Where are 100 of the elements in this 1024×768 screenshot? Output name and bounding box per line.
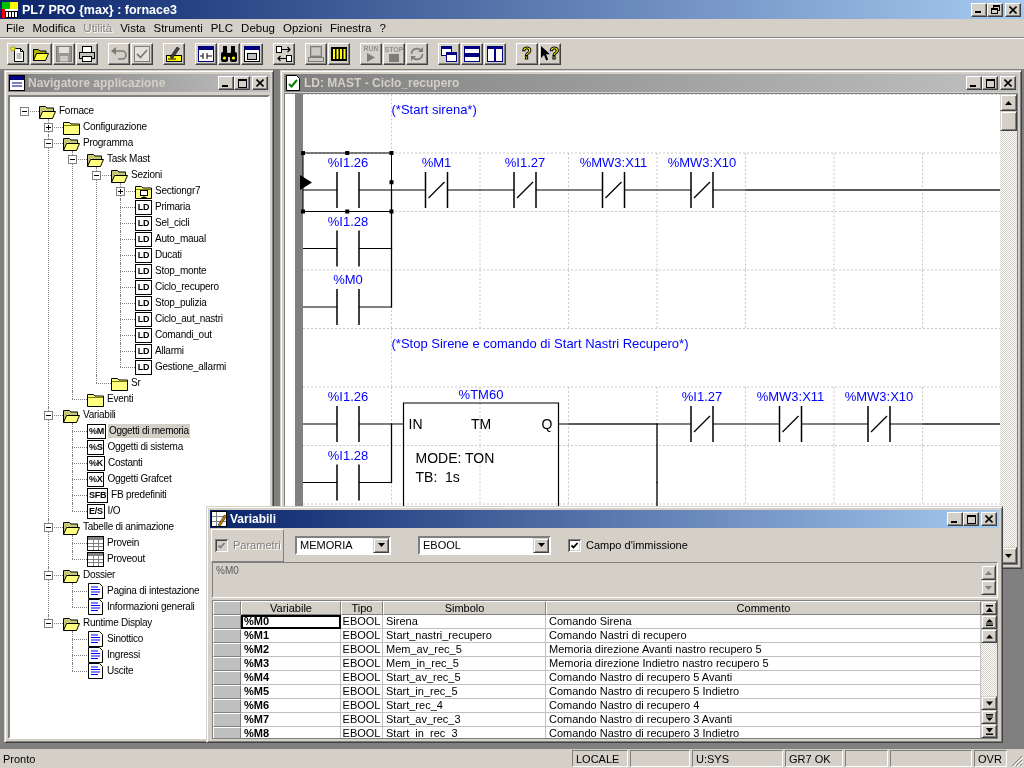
normally-open-contact[interactable] [302, 229, 393, 268]
row-header[interactable] [213, 615, 241, 629]
memory-dropdown[interactable]: MEMORIA [295, 535, 391, 555]
window-button[interactable] [241, 42, 263, 65]
tree-item[interactable]: Oggetti Grafcet [106, 472, 173, 486]
row-header[interactable] [213, 629, 241, 643]
dropdown-button[interactable] [373, 537, 389, 553]
row-header[interactable] [213, 699, 241, 713]
collapse-icon[interactable] [43, 570, 53, 580]
scroll-bottom-button[interactable] [981, 724, 997, 738]
collapse-icon[interactable] [91, 170, 101, 180]
tree-item[interactable]: Auto_maual [154, 232, 207, 246]
tree-item[interactable]: FB predefiniti [110, 488, 168, 502]
normally-open-contact[interactable] [302, 171, 393, 209]
tree-item[interactable]: Comandi_out [154, 328, 213, 342]
scrollbar-thumb[interactable] [1000, 111, 1017, 131]
rack-button[interactable] [328, 42, 350, 65]
timer-block[interactable] [390, 402, 570, 507]
row-header[interactable] [213, 671, 241, 685]
tile-vertical-button[interactable] [484, 42, 506, 65]
normally-closed-contact[interactable] [479, 171, 570, 209]
scroll-up-button[interactable] [1000, 94, 1017, 111]
open-button[interactable] [30, 42, 52, 65]
tree-item[interactable]: Variabili [82, 408, 117, 422]
collapse-icon[interactable] [19, 106, 29, 116]
column-header[interactable]: Commento [546, 601, 981, 615]
menu-item[interactable]: Modifica [28, 22, 80, 34]
tree-item[interactable]: Primaria [154, 200, 192, 214]
tree-item[interactable]: Stop_pulizia [154, 296, 208, 310]
type-dropdown[interactable]: EBOOL [418, 535, 551, 555]
row-header[interactable] [213, 727, 241, 738]
tree-item[interactable]: Dossier [82, 568, 117, 582]
column-header[interactable]: Tipo [341, 601, 383, 615]
scroll-top-button[interactable] [981, 601, 997, 615]
tree-item[interactable]: Sr [130, 376, 142, 390]
print-button[interactable] [76, 42, 98, 65]
column-header[interactable]: Variabile [241, 601, 341, 615]
collapse-icon[interactable] [43, 410, 53, 420]
restore-button[interactable] [987, 2, 1003, 17]
row-header[interactable] [213, 685, 241, 699]
close-button[interactable] [981, 512, 997, 526]
dropdown-button[interactable] [533, 537, 549, 553]
tree-item[interactable]: Eventi [106, 392, 135, 406]
scroll-down-button[interactable] [981, 696, 997, 710]
normally-closed-contact[interactable] [833, 405, 924, 443]
tree-item[interactable]: Pagina di intestazione [106, 584, 201, 598]
tree-item[interactable]: Oggetti di memoria [107, 424, 190, 438]
menu-item[interactable]: Debug [237, 22, 279, 34]
normally-open-contact[interactable] [302, 288, 393, 326]
row-header[interactable] [213, 713, 241, 727]
ladder-window-button[interactable] [195, 42, 217, 65]
normally-closed-contact[interactable] [744, 405, 835, 443]
tree-item[interactable]: Uscite [106, 664, 135, 678]
page-up-button[interactable] [981, 615, 997, 629]
column-header[interactable]: Simbolo [383, 601, 546, 615]
collapse-icon[interactable] [67, 154, 77, 164]
menu-item[interactable]: Vista [116, 22, 150, 34]
menu-item[interactable]: Finestra [325, 22, 376, 34]
tree-item[interactable]: Ducati [154, 248, 183, 262]
tree-item[interactable]: Sel_cicli [154, 216, 191, 230]
tree-item[interactable]: Gestione_allarmi [154, 360, 228, 374]
transfer-button[interactable] [273, 42, 295, 65]
collapse-icon[interactable] [43, 138, 53, 148]
collapse-icon[interactable] [43, 522, 53, 532]
menu-item[interactable]: ? [375, 22, 390, 34]
tree-item[interactable]: Sinottico [106, 632, 145, 646]
expand-icon[interactable] [43, 122, 53, 132]
tree-item[interactable]: Configurazione [82, 120, 148, 134]
row-header[interactable] [213, 643, 241, 657]
normally-closed-contact[interactable] [567, 171, 658, 209]
selection-frame[interactable] [301, 151, 394, 214]
edit-button[interactable] [163, 42, 185, 65]
tree-item[interactable]: Tabelle di animazione [82, 520, 175, 534]
tree-item[interactable]: Ingressi [106, 648, 141, 662]
tile-horizontal-button[interactable] [461, 42, 483, 65]
checkbox[interactable] [568, 538, 581, 552]
minimize-button[interactable] [971, 2, 987, 17]
tree-item[interactable]: Runtime Display [82, 616, 154, 630]
menu-item[interactable]: Opzioni [278, 22, 326, 34]
tree-item[interactable]: Task Mast [106, 152, 151, 166]
find-button[interactable] [218, 42, 240, 65]
tree-item[interactable]: Provein [106, 536, 141, 550]
menu-item[interactable]: PLC [206, 22, 238, 34]
normally-open-contact[interactable] [302, 463, 393, 502]
tree-item[interactable]: Oggetti di sistema [106, 440, 184, 454]
row-header[interactable] [213, 657, 241, 671]
normally-closed-contact[interactable] [656, 171, 747, 209]
tree-item[interactable]: Stop_monte [154, 264, 208, 278]
tree-item[interactable]: Programma [82, 136, 134, 150]
normally-closed-contact[interactable] [656, 405, 747, 443]
close-button[interactable] [1005, 2, 1021, 17]
tree-item[interactable]: Informazioni generali [106, 600, 196, 614]
tree-item[interactable]: Ciclo_aut_nastri [154, 312, 224, 326]
collapse-icon[interactable] [43, 618, 53, 628]
menu-item[interactable]: File [2, 22, 29, 34]
normally-open-contact[interactable] [302, 405, 393, 443]
page-down-button[interactable] [981, 710, 997, 724]
scroll-up-button[interactable] [981, 629, 997, 643]
maximize-button[interactable] [963, 512, 979, 526]
tree-item[interactable]: Sectiongr7 [154, 184, 202, 198]
